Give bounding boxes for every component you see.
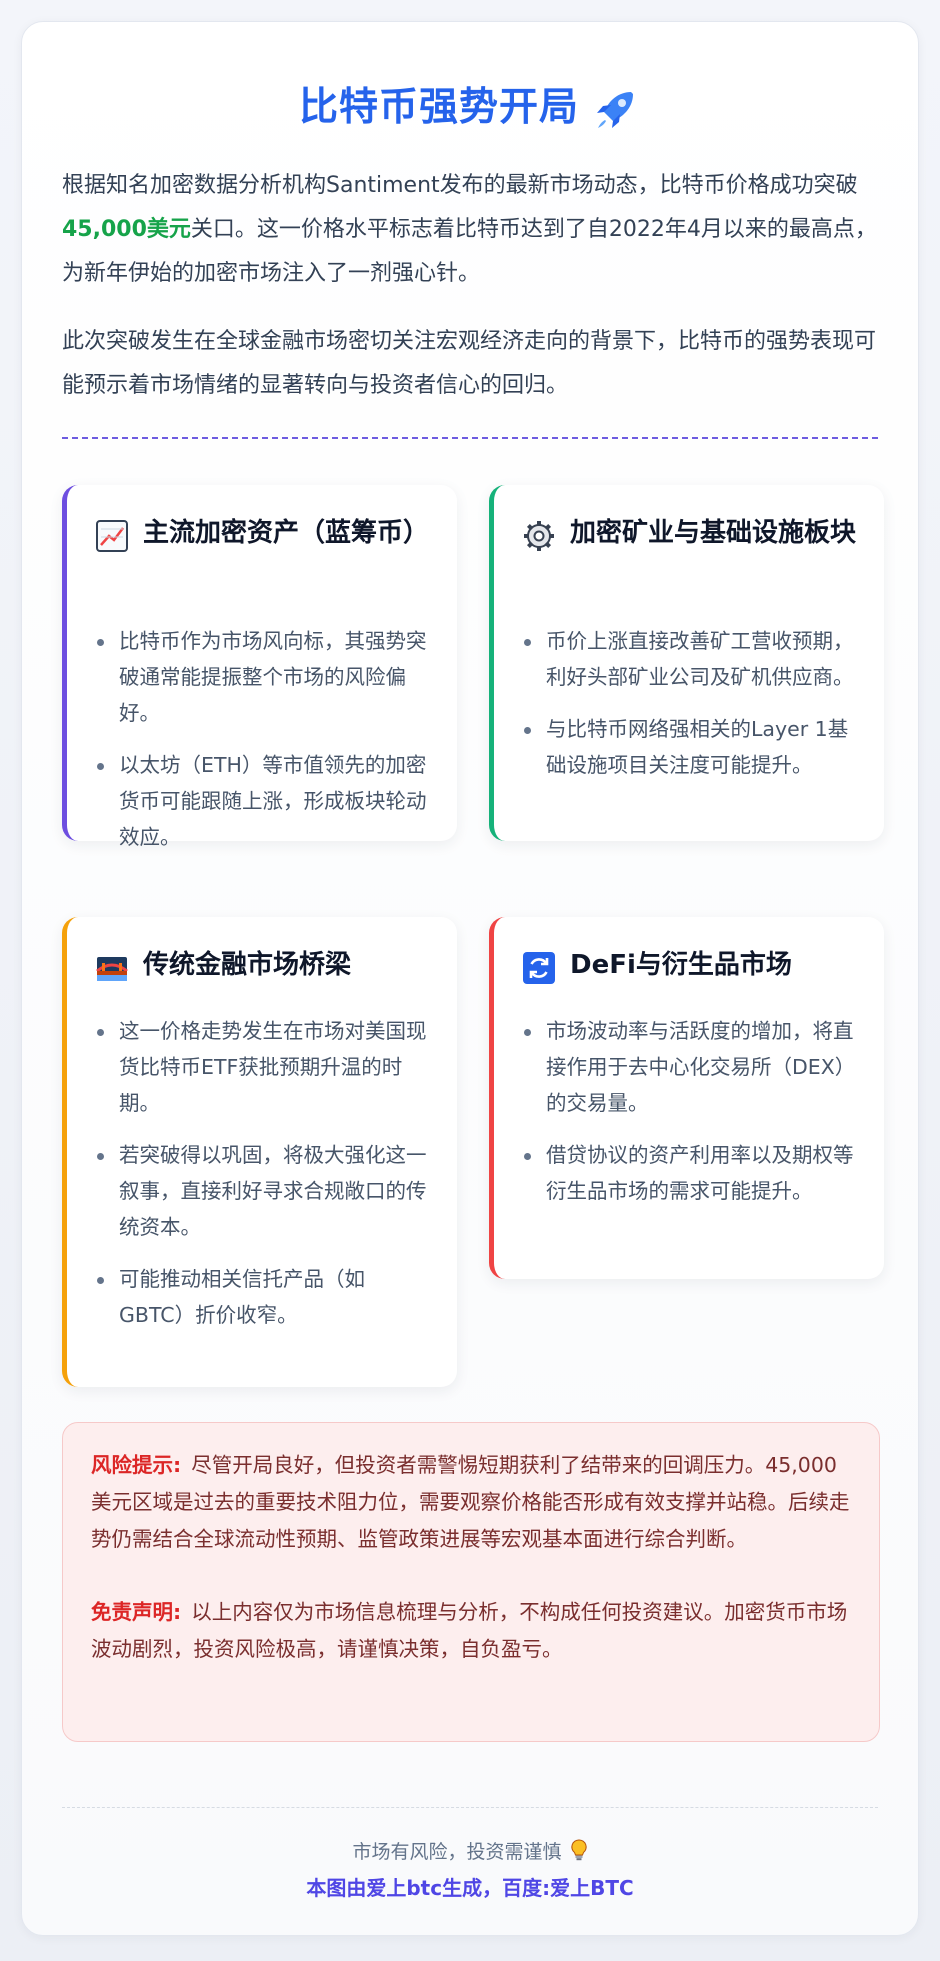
chart-increasing-icon [96,520,128,552]
intro-text: 根据知名加密数据分析机构Santiment发布的最新市场动态，比特币价格成功突破… [62,164,878,408]
risk-label: 风险提示: [91,1453,182,1477]
footer-caution-text: 市场有风险，投资需谨慎 [352,1841,562,1863]
gear-icon [524,521,554,551]
intro-p1-before: 根据知名加密数据分析机构Santiment发布的最新市场动态，比特币价格成功突破 [62,173,858,198]
card-title: 主流加密资产（蓝筹币） [143,518,430,548]
risk-notice: 风险提示: 尽管开局良好，但投资者需警惕短期获利了结带来的回调压力。45,000美… [62,1422,880,1742]
disclaimer-text: 以上内容仅为市场信息梳理与分析，不构成任何投资建议。加密货币市场波动剧烈，投资风… [91,1600,848,1661]
light-bulb-icon [570,1839,587,1861]
card-tradfi: 传统金融市场桥梁 这一价格走势发生在市场对美国现货比特币ETF获批预期升温的时期… [62,917,457,1387]
card-defi: DeFi与衍生品市场 市场波动率与活跃度的增加，将直接作用于去中心化交易所（DE… [489,917,884,1279]
refresh-icon [523,952,555,984]
card-list: 比特币作为市场风向标，其强势突破通常能提振整个市场的风险偏好。 以太坊（ETH）… [91,623,429,871]
page-title-text: 比特币强势开局 [298,85,579,130]
list-item: 借贷协议的资产利用率以及期权等衍生品市场的需求可能提升。 [524,1137,856,1209]
card-bluechip: 主流加密资产（蓝筹币） 比特币作为市场风向标，其强势突破通常能提振整个市场的风险… [62,485,457,849]
rocket-icon [597,91,633,128]
list-item: 与比特币网络强相关的Layer 1基础设施项目关注度可能提升。 [524,711,856,783]
intro-paragraph-1: 根据知名加密数据分析机构Santiment发布的最新市场动态，比特币价格成功突破… [62,164,878,296]
card-list: 市场波动率与活跃度的增加，将直接作用于去中心化交易所（DEX）的交易量。 借贷协… [518,1013,856,1225]
content-card: 比特币强势开局 根据知名加密数据分析机构Santiment发布的最新市场动态，比… [21,21,919,1936]
list-item: 比特币作为市场风向标，其强势突破通常能提振整个市场的风险偏好。 [97,623,429,731]
risk-warning: 风险提示: 尽管开局良好，但投资者需警惕短期获利了结带来的回调压力。45,000美… [91,1447,851,1558]
disclaimer: 免责声明: 以上内容仅为市场信息梳理与分析，不构成任何投资建议。加密货币市场波动剧… [91,1594,851,1668]
card-mining: 加密矿业与基础设施板块 币价上涨直接改善矿工营收预期，利好头部矿业公司及矿机供应… [489,485,884,841]
footer-divider [62,1807,878,1808]
risk-text: 尽管开局良好，但投资者需警惕短期获利了结带来的回调压力。45,000美元区域是过… [91,1453,850,1551]
card-list: 币价上涨直接改善矿工营收预期，利好头部矿业公司及矿机供应商。 与比特币网络强相关… [518,623,856,799]
list-item: 市场波动率与活跃度的增加，将直接作用于去中心化交易所（DEX）的交易量。 [524,1013,856,1121]
card-list: 这一价格走势发生在市场对美国现货比特币ETF获批预期升温的时期。 若突破得以巩固… [91,1013,429,1349]
card-title: 加密矿业与基础设施板块 [570,518,857,548]
list-item: 币价上涨直接改善矿工营收预期，利好头部矿业公司及矿机供应商。 [524,623,856,695]
list-item: 以太坊（ETH）等市值领先的加密货币可能跟随上涨，形成板块轮动效应。 [97,747,429,855]
card-title: DeFi与衍生品市场 [570,950,792,980]
disclaimer-label: 免责声明: [91,1600,182,1624]
footer-caution: 市场有风险，投资需谨慎 [22,1837,918,1864]
list-item: 可能推动相关信托产品（如GBTC）折价收窄。 [97,1261,429,1333]
section-divider [62,437,878,439]
price-highlight: 45,000美元 [62,217,191,242]
card-title: 传统金融市场桥梁 [143,950,352,980]
list-item: 若突破得以巩固，将极大强化这一叙事，直接利好寻求合规敞口的传统资本。 [97,1137,429,1245]
intro-paragraph-2: 此次突破发生在全球金融市场密切关注宏观经济走向的背景下，比特币的强势表现可能预示… [62,329,877,398]
list-item: 这一价格走势发生在市场对美国现货比特币ETF获批预期升温的时期。 [97,1013,429,1121]
footer-credit: 本图由爱上btc生成，百度:爱上BTC [306,1876,634,1900]
page-title: 比特币强势开局 [22,78,918,138]
bridge-icon [96,957,128,981]
